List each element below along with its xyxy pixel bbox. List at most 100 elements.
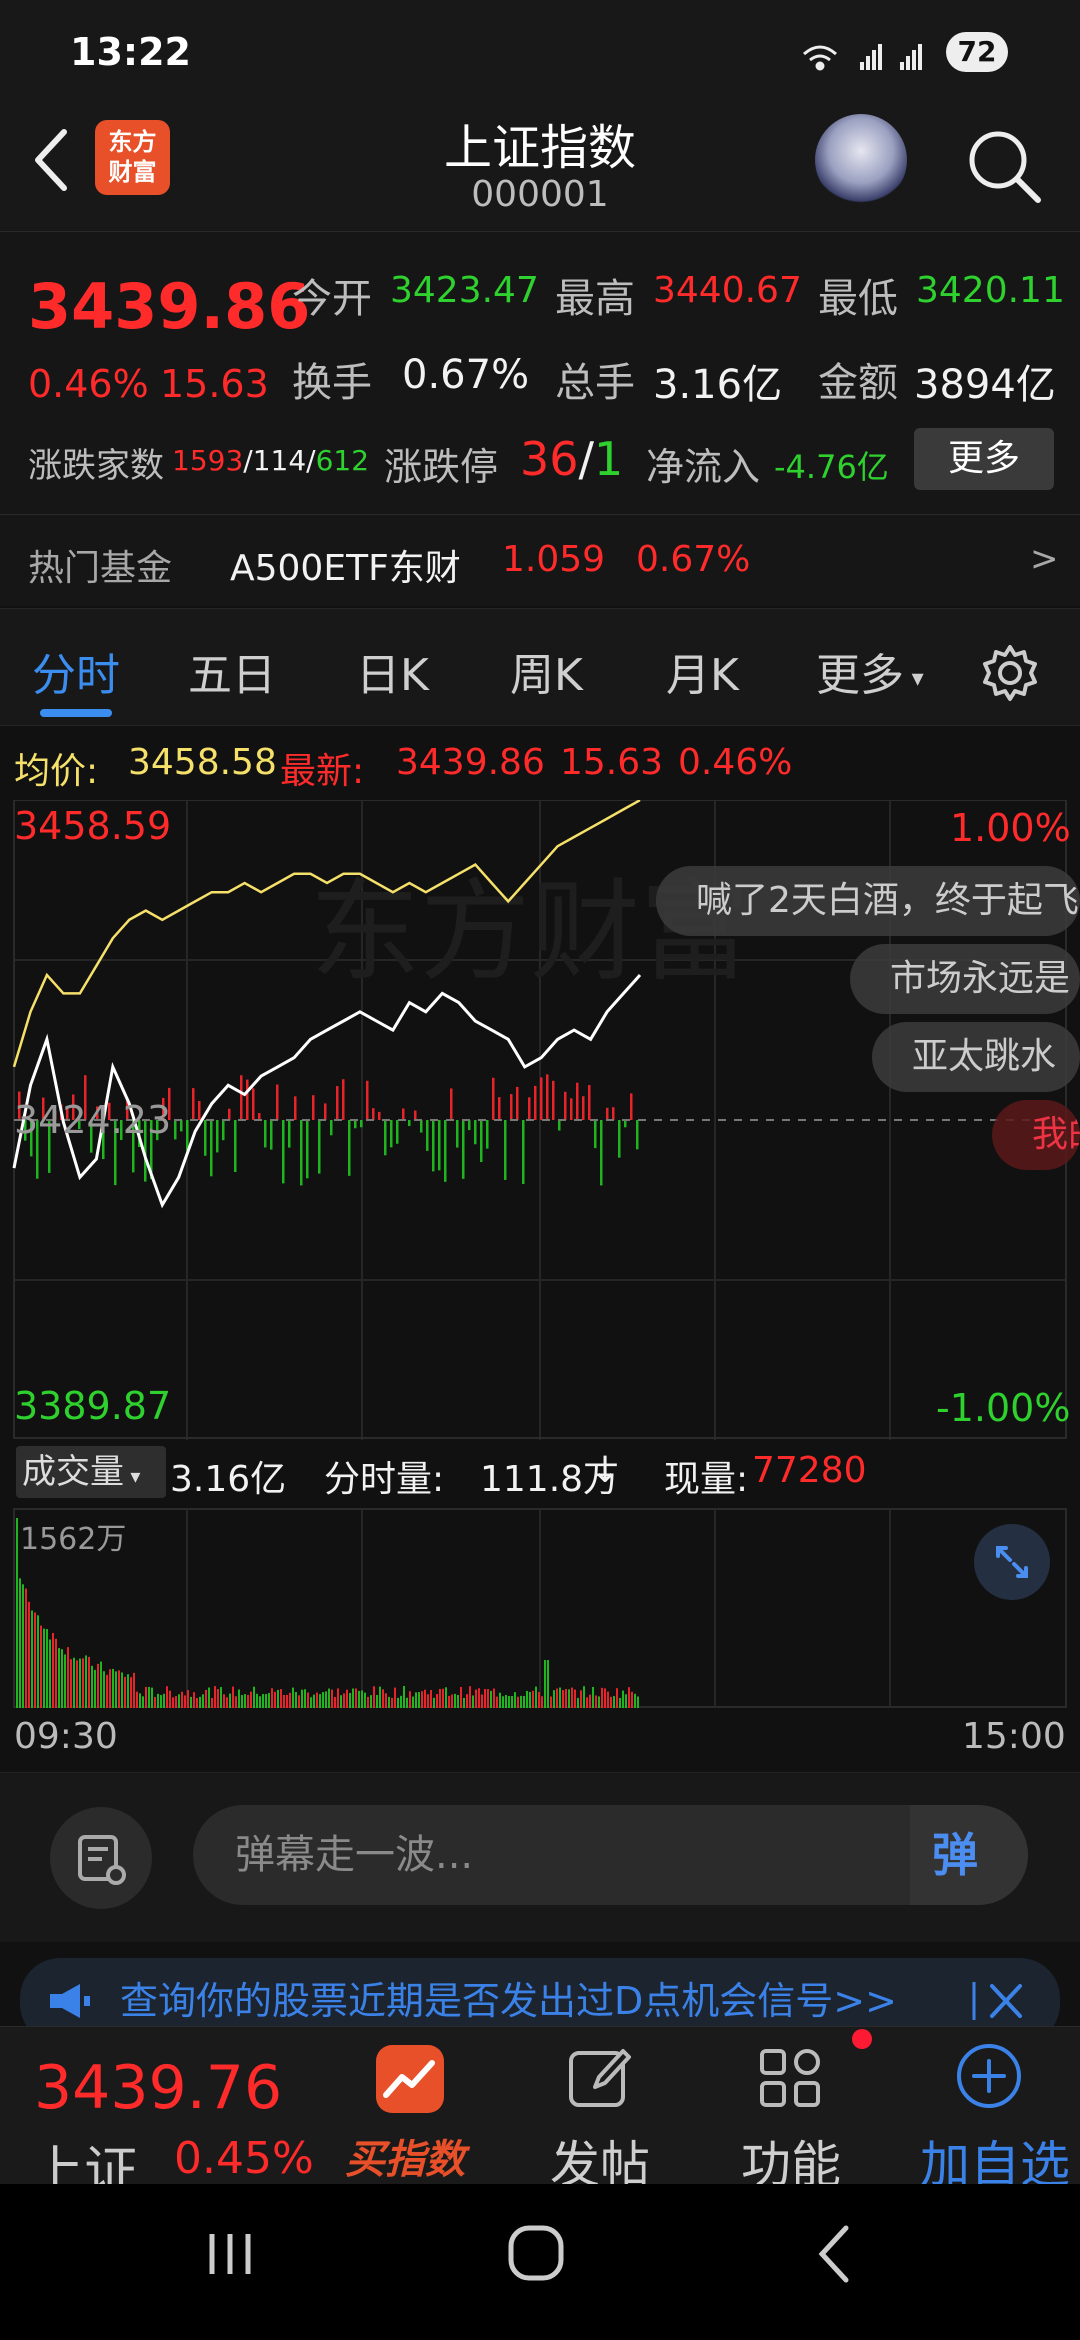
volume-bar [265, 1694, 267, 1708]
buy-pressure-bar [312, 1095, 315, 1120]
sell-pressure-bar [408, 1120, 411, 1127]
volume-bar [613, 1696, 615, 1708]
volume-bar [124, 1676, 126, 1708]
expand-icon[interactable] [972, 1522, 1052, 1602]
volume-bar [151, 1687, 153, 1708]
battery-indicator: 72 [946, 32, 1008, 72]
post-button[interactable]: 发帖 [525, 2027, 675, 2194]
comment-bar: 弹幕走一波... 弹 [0, 1772, 1080, 1942]
volume-bar [418, 1692, 420, 1708]
assistant-robot-avatar[interactable] [815, 114, 907, 206]
amount-value: 3894亿 [914, 362, 1056, 408]
minute-volume-label: 分时量: [324, 1459, 445, 1500]
index-ticker[interactable]: 3439.76 上证 0.45% [0, 2027, 320, 2203]
y-axis-bottom: 3389.87 [14, 1384, 172, 1428]
volume-bar [187, 1690, 189, 1708]
buy-index-button[interactable]: 买指数 [330, 2027, 480, 2185]
volume-bar [301, 1689, 303, 1708]
volume-bar [634, 1693, 636, 1708]
volume-bar [439, 1688, 441, 1708]
volume-bar [508, 1696, 510, 1708]
recent-apps-icon[interactable] [200, 2224, 260, 2284]
low-label: 最低 [818, 276, 898, 322]
volume-bar [463, 1697, 465, 1708]
ticker-pct: 0.45% [174, 2133, 314, 2184]
sell-pressure-bar [210, 1120, 213, 1177]
volume-bar [490, 1690, 492, 1708]
volume-bar [379, 1686, 381, 1708]
pct-axis-top: 1.00% [950, 806, 1071, 850]
volume-bar [568, 1689, 570, 1708]
close-icon[interactable] [970, 1978, 1030, 2024]
netflow-value: -4.76亿 [774, 448, 889, 486]
buy-pressure-bar [240, 1075, 243, 1120]
hot-fund-row[interactable]: 热门基金 A500ETF东财 1.059 0.67% > [0, 514, 1080, 606]
indicator-dropdown[interactable]: 成交量 ▾ [16, 1446, 166, 1498]
more-button[interactable]: 更多 [914, 428, 1054, 490]
tab-monthly-k[interactable]: 月K [666, 639, 739, 703]
settings-gear-icon[interactable] [980, 643, 1040, 703]
buy-pressure-bar [582, 1096, 585, 1120]
volume-bar [283, 1694, 285, 1708]
volume-bar [577, 1697, 579, 1708]
volume-bar [580, 1690, 582, 1708]
buy-pressure-bar [492, 1077, 495, 1120]
volume-bar [292, 1687, 294, 1708]
volume-bar [280, 1689, 282, 1708]
volume-bar [316, 1692, 318, 1708]
sell-pressure-bar [600, 1120, 603, 1186]
latest-pct: 0.46% [678, 742, 793, 783]
tab-active-indicator [40, 709, 112, 717]
limit-values: 36/1 [520, 432, 624, 486]
sell-pressure-bar [234, 1120, 237, 1172]
volume-bar [145, 1686, 147, 1708]
search-icon[interactable] [960, 122, 1046, 208]
danmu-bubble: 我的 [992, 1100, 1080, 1170]
breadth-label: 涨跌家数 [28, 446, 164, 486]
buy-pressure-bar [402, 1108, 405, 1120]
volume-bar [307, 1692, 309, 1708]
volume-bar [421, 1691, 423, 1708]
volume-chart[interactable]: 1562万 [0, 1508, 1080, 1708]
home-icon[interactable] [505, 2222, 567, 2284]
bottom-nav: 3439.76 上证 0.45% 买指数 发帖 功能 加自选 [0, 2026, 1080, 2203]
volume-bar [544, 1660, 546, 1708]
add-watchlist-button[interactable]: 加自选 [910, 2027, 1080, 2194]
back-nav-icon[interactable] [810, 2222, 860, 2286]
time-axis: 09:30 15:00 [0, 1708, 1080, 1772]
sell-pressure-bar [636, 1120, 639, 1150]
functions-button[interactable]: 功能 [716, 2027, 872, 2194]
danmu-settings-icon[interactable] [50, 1807, 152, 1909]
sell-pressure-bar [204, 1120, 207, 1156]
latest-change: 15.63 [560, 742, 664, 783]
tab-intraday[interactable]: 分时 [32, 639, 120, 703]
tab-daily-k[interactable]: 日K [356, 639, 429, 703]
volume-bar [619, 1697, 621, 1708]
sell-pressure-bar [330, 1120, 333, 1136]
volume-bar [628, 1687, 630, 1708]
tab-weekly-k[interactable]: 周K [510, 639, 583, 703]
back-icon[interactable] [24, 120, 84, 200]
high-label: 最高 [555, 276, 635, 322]
volume-bar [541, 1696, 543, 1708]
buy-pressure-bar [606, 1107, 609, 1120]
tab-more[interactable]: 更多 ▾ [816, 639, 924, 703]
volume-bar [391, 1697, 393, 1708]
danmu-toggle-button[interactable]: 弹 [910, 1805, 1028, 1905]
volume-bar [229, 1693, 231, 1708]
volume-bar [499, 1692, 501, 1708]
tab-five-day[interactable]: 五日 [188, 639, 276, 703]
volume-max-label: 1562万 [20, 1522, 127, 1557]
intraday-chart[interactable]: 东方财富 3458.59 3424.23 3389.87 1.00% -1.00… [0, 800, 1080, 1440]
sell-pressure-bar [618, 1120, 621, 1158]
volume-value: 3.16亿 [653, 362, 783, 408]
volume-bar [403, 1686, 405, 1708]
sell-pressure-bar [216, 1120, 219, 1153]
danmu-input[interactable]: 弹幕走一波... [193, 1805, 1028, 1905]
volume-bar [523, 1696, 525, 1708]
buy-pressure-bar [252, 1088, 255, 1120]
volume-bar [247, 1694, 249, 1708]
signal-icons [803, 44, 922, 71]
sell-pressure-bar [282, 1120, 285, 1184]
volume-bar [325, 1691, 327, 1708]
